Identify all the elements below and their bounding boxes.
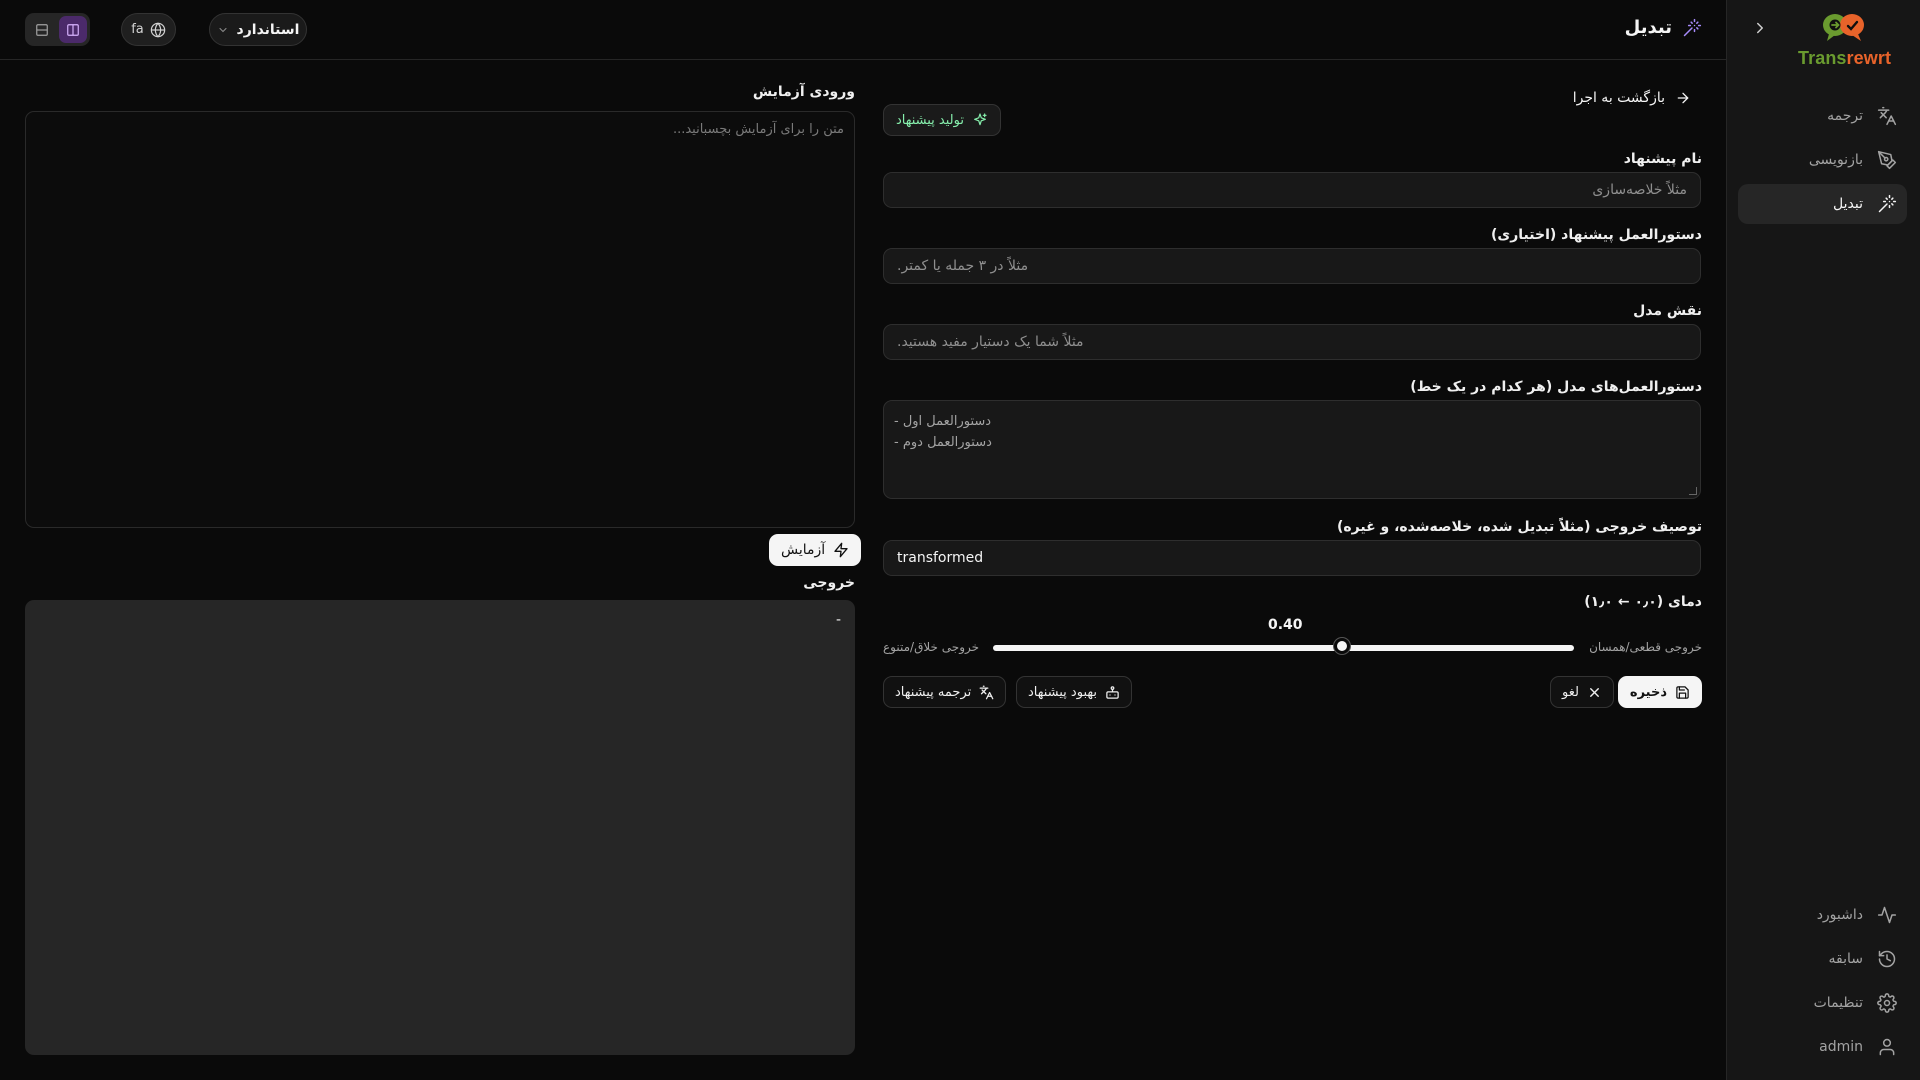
test-output-value: - [835, 612, 841, 628]
activity-icon [1877, 905, 1897, 925]
slider-creative-label: خروجی خلاق/متنوع [883, 640, 980, 654]
layout-toggle [25, 13, 90, 46]
sidebar-item-label: تنظیمات [1813, 995, 1863, 1011]
sidebar-item-user[interactable]: admin [1738, 1027, 1907, 1067]
save-label: ذخیره [1629, 684, 1667, 700]
temperature-slider-track[interactable] [993, 645, 1574, 651]
sidebar-item-label: بازنویسی [1808, 152, 1863, 168]
language-switcher[interactable]: fa [121, 13, 176, 46]
cancel-button[interactable]: لغو [1550, 676, 1614, 708]
back-label: بازگشت به اجرا [1572, 90, 1665, 106]
translate-icon [979, 685, 994, 700]
output-label: خروجی [803, 575, 855, 591]
layout-side-by-side-button[interactable] [59, 16, 87, 43]
output-description-label: توصیف خروجی (مثلاً تبدیل شده، خلاصه‌شده،… [1336, 519, 1702, 535]
layout-stacked-button[interactable] [28, 16, 56, 43]
suggestion-instruction-label: دستورالعمل پیشنهاد (اختیاری) [1491, 227, 1702, 243]
pen-icon [1877, 150, 1897, 170]
sidebar-item-rewrite[interactable]: بازنویسی [1738, 140, 1907, 180]
slider-deterministic-label: خروجی قطعی/همسان [1589, 640, 1702, 654]
model-guidelines-label: دستورالعمل‌های مدل (هر کدام در یک خط) [1410, 379, 1702, 395]
guidelines-placeholder-line: - دستورالعمل دوم [894, 435, 992, 450]
test-output-panel: - [25, 600, 855, 1055]
gear-icon [1877, 993, 1897, 1013]
temperature-label: دمای (۰٫۰ ← ۱٫۰) [1584, 594, 1702, 610]
guidelines-placeholder-line: - دستورالعمل اول [894, 414, 992, 429]
secondary-nav: داشبورد سابقه تنظیمات admin [1738, 895, 1907, 1071]
output-description-input[interactable]: transformed [883, 540, 1701, 576]
logo-bubbles-icon [1798, 12, 1890, 42]
sidebar-item-label: ترجمه [1827, 108, 1863, 124]
temperature-value: 0.40 [1268, 617, 1303, 633]
sidebar-item-label: داشبورد [1816, 907, 1863, 923]
page-title: تبدیل [1624, 17, 1672, 38]
top-header: تبدیل fa استاندارد [0, 0, 1726, 60]
output-description-value: transformed [897, 550, 984, 566]
generate-suggestion-button[interactable]: تولید پیشنهاد [883, 104, 1001, 136]
zap-icon [833, 542, 849, 558]
sidebar-item-dashboard[interactable]: داشبورد [1738, 895, 1907, 935]
mode-select[interactable]: استاندارد [209, 13, 307, 46]
sparkles-icon [972, 112, 988, 128]
page-title-group: تبدیل [1625, 17, 1702, 38]
sidebar-item-transform[interactable]: تبدیل [1738, 184, 1907, 224]
sidebar-item-label: تبدیل [1833, 196, 1863, 212]
history-icon [1877, 949, 1897, 969]
run-test-button[interactable]: آزمایش [769, 534, 862, 566]
suggestion-name-label: نام پیشنهاد [1623, 151, 1702, 167]
run-test-label: آزمایش [781, 542, 826, 558]
temperature-slider-thumb[interactable] [1333, 638, 1350, 654]
globe-icon [150, 21, 166, 38]
test-input-placeholder: متن را برای آزمایش بچسبانید... [672, 122, 844, 137]
bot-icon [1105, 685, 1120, 700]
translate-icon [1877, 106, 1897, 126]
test-input-textarea[interactable]: متن را برای آزمایش بچسبانید... [25, 111, 855, 528]
model-role-label: نقش مدل [1633, 303, 1702, 319]
model-guidelines-textarea[interactable]: - دستورالعمل اول - دستورالعمل دوم [883, 400, 1701, 499]
generate-label: تولید پیشنهاد [896, 112, 964, 128]
magic-wand-icon [1682, 18, 1702, 38]
translate-suggestion-button[interactable]: ترجمه پیشنهاد [883, 676, 1007, 708]
sidebar-item-translate[interactable]: ترجمه [1738, 96, 1907, 136]
save-icon [1675, 685, 1690, 700]
mode-select-value: استاندارد [236, 21, 300, 38]
sidebar-item-history[interactable]: سابقه [1738, 939, 1907, 979]
suggestion-name-input[interactable]: مثلاً خلاصه‌سازی [883, 172, 1701, 208]
suggestion-name-placeholder: مثلاً خلاصه‌سازی [1592, 182, 1687, 198]
model-role-input[interactable]: مثلاً شما یک دستیار مفید هستید. [883, 324, 1701, 360]
app-logo[interactable]: Transrewrt [1798, 12, 1892, 69]
user-icon [1877, 1037, 1897, 1057]
language-code: fa [131, 22, 144, 37]
sidebar: Transrewrt ترجمه بازنویسی تبدیل داشبورد … [1726, 0, 1920, 1080]
sidebar-item-label: admin [1819, 1039, 1863, 1055]
test-input-label: ورودی آزمایش [752, 84, 855, 100]
collapse-sidebar-chevron-icon[interactable] [1751, 19, 1769, 37]
save-button[interactable]: ذخیره [1617, 676, 1702, 708]
back-to-run-link[interactable]: بازگشت به اجرا [1573, 90, 1691, 106]
magic-wand-icon [1877, 194, 1897, 214]
translate-label: ترجمه پیشنهاد [895, 684, 972, 700]
close-icon [1587, 685, 1602, 700]
textarea-resize-handle[interactable] [1689, 487, 1697, 495]
suggestion-instruction-placeholder: مثلاً در ۳ جمله یا کمتر. [897, 258, 1029, 274]
improve-label: بهبود پیشنهاد [1028, 684, 1097, 700]
sidebar-item-label: سابقه [1828, 951, 1863, 967]
model-role-placeholder: مثلاً شما یک دستیار مفید هستید. [897, 334, 1084, 350]
chevron-down-icon [217, 24, 229, 36]
sidebar-item-settings[interactable]: تنظیمات [1738, 983, 1907, 1023]
app-brand-name: Transrewrt [1798, 48, 1892, 68]
primary-nav: ترجمه بازنویسی تبدیل [1738, 96, 1907, 228]
improve-suggestion-button[interactable]: بهبود پیشنهاد [1016, 676, 1132, 708]
cancel-label: لغو [1562, 684, 1579, 700]
suggestion-instruction-input[interactable]: مثلاً در ۳ جمله یا کمتر. [883, 248, 1701, 284]
arrow-right-icon [1675, 90, 1691, 106]
